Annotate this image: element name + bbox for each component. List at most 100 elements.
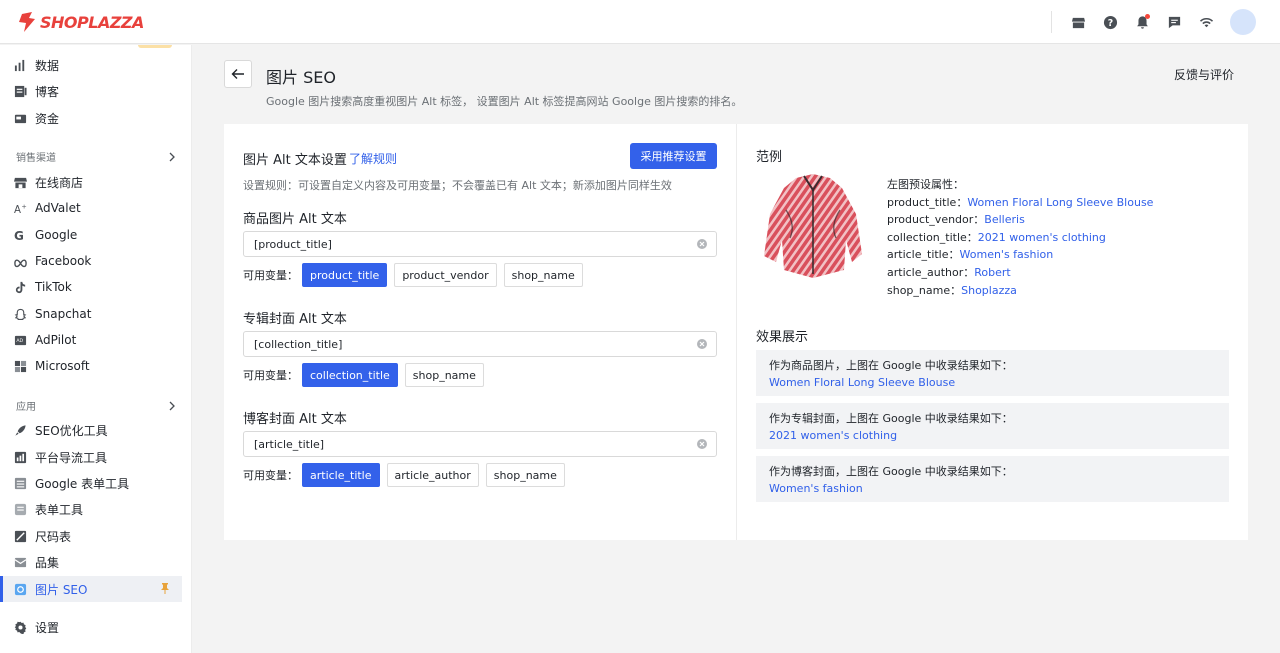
pin-icon[interactable]	[160, 582, 170, 597]
var-tag-product-title[interactable]: product_title	[302, 263, 388, 287]
clear-icon[interactable]	[697, 339, 707, 349]
blog-var-row: 可用变量： article_title article_author shop_…	[243, 463, 572, 487]
sidebar-item-settings[interactable]: 设置	[0, 614, 182, 640]
form-icon	[14, 503, 27, 516]
result-card: 作为博客封面，上图在 Google 中收录结果如下： Women's fashi…	[756, 456, 1229, 502]
blog-alt-input[interactable]: [article_title]	[243, 431, 717, 457]
sidebar-item-funds[interactable]: 资金	[0, 105, 182, 131]
chevron-right-icon	[169, 401, 175, 410]
sidebar-item-advalet[interactable]: A + AdValet	[0, 195, 182, 221]
top-bar: SHOPLAZZA ?	[0, 0, 1280, 44]
sidebar-item-data[interactable]: 数据	[0, 52, 182, 78]
shoplazza-logo[interactable]: SHOPLAZZA	[18, 12, 144, 32]
google-icon: G	[14, 229, 27, 242]
sidebar-item-tiktok[interactable]: TikTok	[0, 274, 182, 300]
result-value: Women Floral Long Sleeve Blouse	[769, 376, 956, 389]
svg-text:G: G	[14, 229, 24, 242]
var-tag-article-title[interactable]: article_title	[302, 463, 380, 487]
attr-value: 2021 women's clothing	[977, 230, 1106, 244]
header-divider	[1051, 11, 1052, 33]
sidebar: 数据 博客 资金 销售渠道 在线商店 A + AdValet G Google F…	[0, 45, 192, 653]
sidebar-item-online-store[interactable]: 在线商店	[0, 169, 182, 195]
adpilot-icon: AD	[14, 334, 27, 347]
rocket-icon	[14, 424, 27, 437]
logo-text: SHOPLAZZA	[40, 12, 144, 32]
sidebar-item-facebook[interactable]: Facebook	[0, 248, 182, 274]
apps-section[interactable]: 应用	[16, 398, 176, 413]
store-icon[interactable]	[1062, 6, 1094, 38]
settings-card: 图片 Alt 文本设置 了解规则 采用推荐设置 设置规则：可设置自定义内容及可用…	[224, 124, 1248, 540]
section-label: 应用	[16, 402, 36, 413]
apply-recommended-button[interactable]: 采用推荐设置	[630, 143, 717, 169]
var-tag-product-vendor[interactable]: product_vendor	[394, 263, 497, 287]
var-tag-shop-name[interactable]: shop_name	[485, 463, 565, 487]
sidebar-item-size-chart[interactable]: 尺码表	[0, 523, 182, 549]
sidebar-item-label: TikTok	[35, 280, 72, 294]
sidebar-item-traffic-tool[interactable]: 平台导流工具	[0, 444, 182, 470]
var-tag-collection-title[interactable]: collection_title	[302, 363, 398, 387]
sidebar-item-label: 在线商店	[35, 175, 84, 190]
wifi-icon[interactable]	[1190, 6, 1222, 38]
result-value: Women's fashion	[769, 482, 863, 495]
clear-icon[interactable]	[697, 439, 707, 449]
wallet-icon	[14, 112, 27, 125]
gear-icon	[14, 621, 27, 634]
back-button[interactable]	[224, 60, 252, 88]
var-label: 可用变量：	[243, 269, 298, 282]
ruler-icon	[14, 530, 27, 543]
attr-key: article_author：	[887, 265, 975, 279]
sales-channels-section[interactable]: 销售渠道	[16, 149, 176, 164]
sidebar-item-adpilot[interactable]: AD AdPilot	[0, 327, 182, 353]
advalet-icon: A +	[14, 202, 27, 215]
sidebar-item-google-form-tool[interactable]: Google 表单工具	[0, 470, 182, 496]
var-tag-shop-name[interactable]: shop_name	[404, 363, 484, 387]
sidebar-item-label: 设置	[35, 620, 60, 635]
result-heading: 作为博客封面，上图在 Google 中收录结果如下：	[769, 465, 1013, 478]
notification-dot	[1145, 14, 1150, 19]
chevron-right-icon	[169, 152, 175, 161]
sidebar-item-label: SEO优化工具	[35, 423, 108, 438]
clear-icon[interactable]	[697, 239, 707, 249]
learn-rules-link[interactable]: 了解规则	[349, 150, 397, 167]
feedback-link[interactable]: 反馈与评价	[1174, 66, 1234, 83]
result-heading: 作为专辑封面，上图在 Google 中收录结果如下：	[769, 412, 1013, 425]
sidebar-item-seo-tool[interactable]: SEO优化工具	[0, 417, 182, 443]
sidebar-item-label: AdPilot	[35, 333, 77, 347]
var-tag-article-author[interactable]: article_author	[386, 463, 479, 487]
sidebar-item-collections[interactable]: 品集	[0, 549, 182, 575]
svg-text:A: A	[14, 205, 21, 215]
sidebar-item-label: Snapchat	[35, 307, 92, 321]
attr-value: Robert	[974, 265, 1011, 279]
collection-icon	[14, 556, 27, 569]
sidebar-item-google[interactable]: G Google	[0, 222, 182, 248]
var-label: 可用变量：	[243, 369, 298, 382]
section-label: 销售渠道	[16, 153, 56, 164]
attr-row: collection_title：2021 women's clothing	[887, 229, 1153, 247]
attr-value: Shoplazza	[961, 283, 1017, 297]
avatar[interactable]	[1230, 9, 1256, 35]
attr-key: product_vendor：	[887, 213, 985, 227]
var-tag-shop-name[interactable]: shop_name	[503, 263, 583, 287]
sidebar-item-microsoft[interactable]: Microsoft	[0, 353, 182, 379]
sidebar-item-snapchat[interactable]: Snapchat	[0, 301, 182, 327]
input-value: [article_title]	[254, 437, 325, 451]
bell-icon[interactable]	[1126, 6, 1158, 38]
collection-alt-label: 专辑封面 Alt 文本	[243, 312, 347, 327]
sidebar-item-label: 数据	[35, 58, 60, 73]
help-icon[interactable]: ?	[1094, 6, 1126, 38]
sidebar-item-image-seo[interactable]: 图片 SEO	[0, 576, 182, 602]
sidebar-item-label: 品集	[35, 555, 60, 570]
sidebar-item-form-tool[interactable]: 表单工具	[0, 496, 182, 522]
main-content: 图片 SEO 反馈与评价 Google 图片搜索高度重视图片 Alt 标签， 设…	[192, 45, 1280, 653]
attr-row: shop_name：Shoplazza	[887, 282, 1153, 300]
message-icon[interactable]	[1158, 6, 1190, 38]
sidebar-item-blog[interactable]: 博客	[0, 78, 182, 104]
sidebar-item-label: AdValet	[35, 201, 81, 215]
svg-text:?: ?	[1107, 17, 1112, 28]
product-var-row: 可用变量： product_title product_vendor shop_…	[243, 263, 590, 287]
product-alt-input[interactable]: [product_title]	[243, 231, 717, 257]
arrow-left-icon	[231, 69, 244, 79]
sheet-icon	[14, 477, 27, 490]
attr-row: product_vendor：Belleris	[887, 211, 1153, 229]
collection-alt-input[interactable]: [collection_title]	[243, 331, 717, 357]
